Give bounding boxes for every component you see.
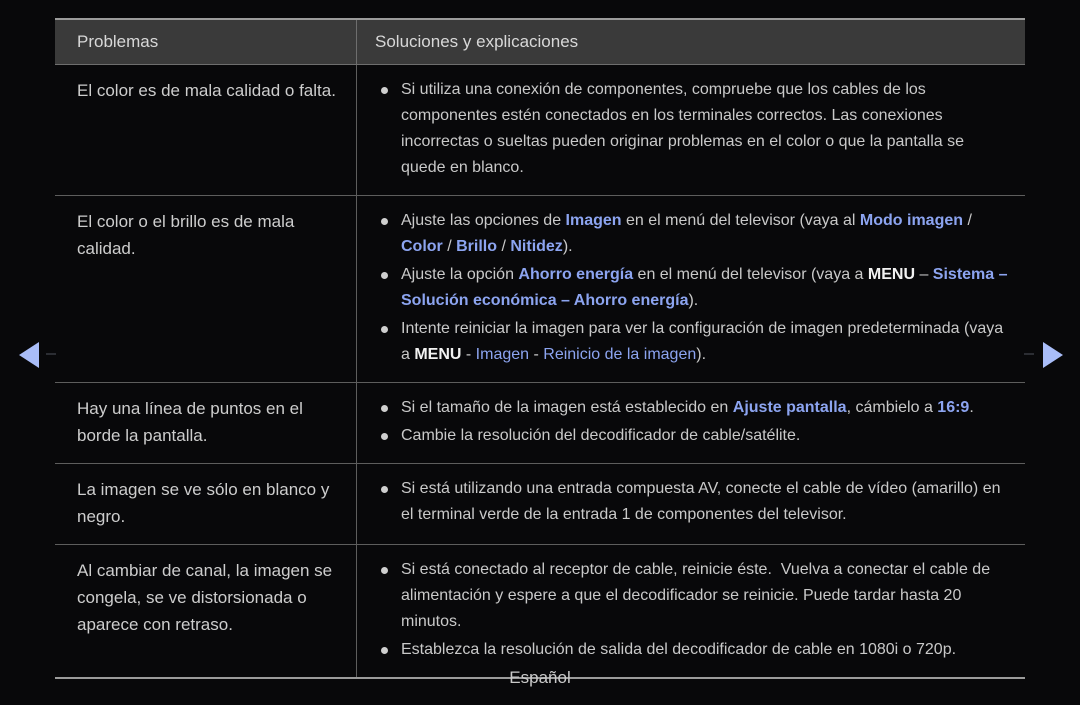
solution-list: Si está utilizando una entrada compuesta… — [375, 476, 1011, 528]
solution-item: Ajuste la opción Ahorro energía en el me… — [375, 262, 1011, 314]
solution-item: Si utiliza una conexión de componentes, … — [375, 77, 1011, 181]
solution-list: Si el tamaño de la imagen está estableci… — [375, 395, 1011, 449]
table-row: La imagen se ve sólo en blanco y negro. S… — [55, 464, 1025, 545]
solution-item: Si está utilizando una entrada compuesta… — [375, 476, 1011, 528]
footer-language: Español — [509, 668, 571, 687]
solution-text: / — [963, 212, 972, 229]
problem-cell: El color es de mala calidad o falta. — [55, 65, 357, 195]
problem-text: Al cambiar de canal, la imagen se congel… — [77, 561, 333, 634]
menu-key-term: MENU — [867, 266, 915, 283]
table-row: El color o el brillo es de mala calidad.… — [55, 196, 1025, 383]
problem-cell: La imagen se ve sólo en blanco y negro. — [55, 464, 357, 544]
solution-text: en el menú del televisor (vaya a — [633, 266, 868, 283]
menu-term: Reinicio de la imagen — [543, 346, 697, 363]
header-problems-label: Problemas — [77, 32, 159, 51]
solution-text: . — [969, 399, 974, 416]
problem-text: El color o el brillo es de mala calidad. — [77, 212, 295, 258]
menu-term: 16:9 — [937, 399, 970, 416]
solution-item: Establezca la resolución de salida del d… — [375, 637, 1011, 663]
problem-cell: El color o el brillo es de mala calidad. — [55, 196, 357, 382]
solution-text: ). — [688, 292, 699, 309]
arrow-left-icon — [19, 342, 39, 368]
problem-cell: Al cambiar de canal, la imagen se congel… — [55, 545, 357, 677]
solution-cell: Si está utilizando una entrada compuesta… — [357, 464, 1025, 544]
troubleshooting-table: Problemas Soluciones y explicaciones El … — [55, 18, 1025, 679]
header-solutions-label: Soluciones y explicaciones — [375, 32, 579, 51]
nav-connector-right — [1024, 353, 1034, 355]
header-cell-problems: Problemas — [55, 20, 357, 64]
menu-term: Nitidez — [510, 238, 563, 255]
solution-text: , cámbielo a — [846, 399, 938, 416]
menu-term: Ajuste pantalla — [732, 399, 847, 416]
menu-term: Color — [401, 238, 443, 255]
solution-text: Ajuste las opciones de — [401, 212, 566, 229]
solution-text: Si está utilizando una entrada compuesta… — [401, 480, 1001, 523]
menu-key-term: MENU — [414, 346, 462, 363]
solution-item: Intente reiniciar la imagen para ver la … — [375, 316, 1011, 368]
menu-term: Imagen — [565, 212, 622, 229]
problem-text: El color es de mala calidad o falta. — [77, 81, 336, 100]
solution-text: - — [529, 346, 544, 363]
solution-text: Ajuste la opción — [401, 266, 519, 283]
solution-list: Ajuste las opciones de Imagen en el menú… — [375, 208, 1011, 368]
solution-item: Si el tamaño de la imagen está estableci… — [375, 395, 1011, 421]
solution-text: Cambie la resolución del decodificador d… — [401, 427, 801, 444]
solution-item: Cambie la resolución del decodificador d… — [375, 423, 1011, 449]
solution-cell: Si utiliza una conexión de componentes, … — [357, 65, 1025, 195]
solution-item: Si está conectado al receptor de cable, … — [375, 557, 1011, 635]
solution-text: ). — [696, 346, 707, 363]
menu-term: Imagen — [475, 346, 530, 363]
solution-text: ). — [562, 238, 573, 255]
solution-text: - — [461, 346, 476, 363]
tv-help-screen: Problemas Soluciones y explicaciones El … — [0, 0, 1080, 705]
solution-text: Si está conectado al receptor de cable, … — [401, 561, 991, 630]
solution-text: – — [915, 266, 933, 283]
solution-text: / — [497, 238, 511, 255]
solution-cell: Si está conectado al receptor de cable, … — [357, 545, 1025, 677]
table-row: Hay una línea de puntos en el borde la p… — [55, 383, 1025, 464]
problem-text: Hay una línea de puntos en el borde la p… — [77, 399, 303, 445]
solution-item: Ajuste las opciones de Imagen en el menú… — [375, 208, 1011, 260]
solution-text: en el menú del televisor (vaya al — [621, 212, 860, 229]
solution-text: Establezca la resolución de salida del d… — [401, 641, 957, 658]
menu-term: Ahorro energía — [518, 266, 634, 283]
problem-text: La imagen se ve sólo en blanco y negro. — [77, 480, 330, 526]
solution-text: / — [442, 238, 457, 255]
solution-text: Si el tamaño de la imagen está estableci… — [401, 399, 733, 416]
solution-list: Si utiliza una conexión de componentes, … — [375, 77, 1011, 181]
menu-term: Brillo — [456, 238, 498, 255]
arrow-right-icon — [1043, 342, 1063, 368]
solution-text: Si utiliza una conexión de componentes, … — [401, 81, 965, 176]
table-row: Al cambiar de canal, la imagen se congel… — [55, 545, 1025, 677]
header-cell-solutions: Soluciones y explicaciones — [357, 20, 1025, 64]
solution-cell: Si el tamaño de la imagen está estableci… — [357, 383, 1025, 463]
table-row: El color es de mala calidad o falta. Si u… — [55, 65, 1025, 196]
next-page-button[interactable] — [1036, 338, 1070, 372]
menu-term: Modo imagen — [859, 212, 964, 229]
prev-page-button[interactable] — [12, 338, 46, 372]
table-body: El color es de mala calidad o falta. Si u… — [55, 65, 1025, 677]
table-header-row: Problemas Soluciones y explicaciones — [55, 20, 1025, 65]
solution-list: Si está conectado al receptor de cable, … — [375, 557, 1011, 663]
solution-cell: Ajuste las opciones de Imagen en el menú… — [357, 196, 1025, 382]
problem-cell: Hay una línea de puntos en el borde la p… — [55, 383, 357, 463]
